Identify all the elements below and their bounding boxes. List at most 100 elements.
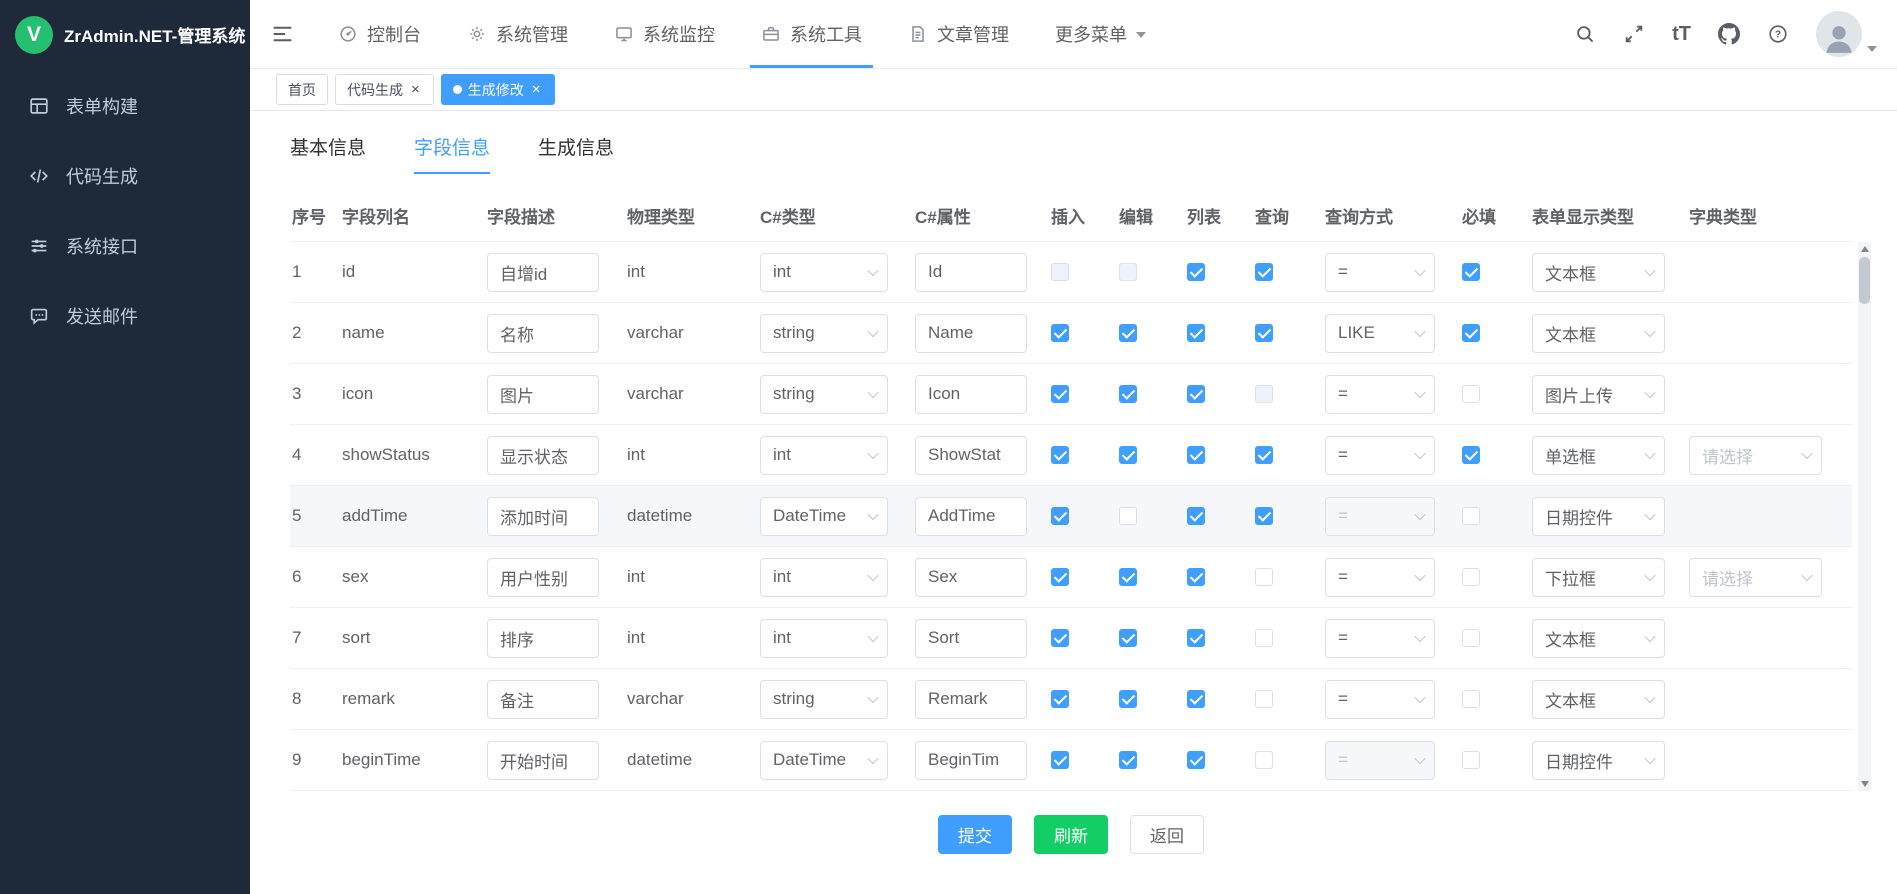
edit-checkbox[interactable]: [1119, 507, 1137, 525]
tab-1[interactable]: 字段信息: [414, 133, 490, 174]
list-checkbox[interactable]: [1187, 690, 1205, 708]
fullscreen-icon[interactable]: [1623, 23, 1645, 45]
edit-checkbox[interactable]: [1119, 568, 1137, 586]
query-checkbox[interactable]: [1255, 263, 1273, 281]
required-checkbox[interactable]: [1462, 690, 1480, 708]
font-size-icon[interactable]: tT: [1672, 24, 1691, 44]
back-button[interactable]: 返回: [1130, 815, 1204, 854]
required-checkbox[interactable]: [1462, 629, 1480, 647]
insert-checkbox[interactable]: [1051, 507, 1069, 525]
cs-property-input[interactable]: [915, 497, 1027, 536]
cs-property-input[interactable]: [915, 253, 1027, 292]
insert-checkbox[interactable]: [1051, 446, 1069, 464]
required-checkbox[interactable]: [1462, 751, 1480, 769]
list-checkbox[interactable]: [1187, 324, 1205, 342]
sidebar-item-send-mail[interactable]: 发送邮件: [0, 281, 250, 351]
top-menu-item-more-menu[interactable]: 更多菜单: [1032, 0, 1169, 68]
required-checkbox[interactable]: [1462, 263, 1480, 281]
query-mode-select[interactable]: =: [1325, 558, 1435, 597]
github-icon[interactable]: [1718, 23, 1740, 45]
cs-type-select[interactable]: string: [760, 314, 888, 353]
display-type-select[interactable]: 下拉框: [1532, 558, 1665, 597]
sidebar-item-system-api[interactable]: 系统接口: [0, 211, 250, 281]
vertical-scrollbar[interactable]: [1858, 242, 1871, 791]
edit-checkbox[interactable]: [1119, 690, 1137, 708]
edit-checkbox[interactable]: [1119, 629, 1137, 647]
cs-property-input[interactable]: [915, 741, 1027, 780]
field-description-input[interactable]: [487, 619, 599, 658]
tag-1[interactable]: 代码生成×: [335, 74, 434, 105]
required-checkbox[interactable]: [1462, 385, 1480, 403]
refresh-button[interactable]: 刷新: [1034, 815, 1108, 854]
query-mode-select[interactable]: =: [1325, 619, 1435, 658]
top-menu-item-system-manage[interactable]: 系统管理: [444, 0, 591, 68]
sidebar-item-code-gen[interactable]: 代码生成: [0, 141, 250, 211]
insert-checkbox[interactable]: [1051, 690, 1069, 708]
edit-checkbox[interactable]: [1119, 324, 1137, 342]
tab-0[interactable]: 基本信息: [290, 133, 366, 174]
help-icon[interactable]: ?: [1767, 23, 1789, 45]
top-menu-item-article-manage[interactable]: 文章管理: [885, 0, 1032, 68]
cs-type-select[interactable]: string: [760, 680, 888, 719]
tag-2[interactable]: 生成修改×: [441, 74, 555, 105]
query-checkbox[interactable]: [1255, 629, 1273, 647]
display-type-select[interactable]: 图片上传: [1532, 375, 1665, 414]
user-menu[interactable]: [1816, 11, 1877, 57]
query-checkbox[interactable]: [1255, 751, 1273, 769]
tag-0[interactable]: 首页: [276, 74, 328, 105]
avatar[interactable]: [1816, 11, 1862, 57]
close-icon[interactable]: ×: [530, 81, 543, 98]
query-mode-select[interactable]: =: [1325, 436, 1435, 475]
field-description-input[interactable]: [487, 436, 599, 475]
sidebar-item-form-build[interactable]: 表单构建: [0, 71, 250, 141]
cs-type-select[interactable]: int: [760, 253, 888, 292]
insert-checkbox[interactable]: [1051, 629, 1069, 647]
edit-checkbox[interactable]: [1119, 385, 1137, 403]
menu-fold-icon[interactable]: [250, 0, 315, 68]
query-mode-select[interactable]: LIKE: [1325, 314, 1435, 353]
insert-checkbox[interactable]: [1051, 324, 1069, 342]
display-type-select[interactable]: 文本框: [1532, 619, 1665, 658]
field-description-input[interactable]: [487, 741, 599, 780]
required-checkbox[interactable]: [1462, 324, 1480, 342]
close-icon[interactable]: ×: [409, 81, 422, 98]
insert-checkbox[interactable]: [1051, 568, 1069, 586]
cs-property-input[interactable]: [915, 680, 1027, 719]
display-type-select[interactable]: 文本框: [1532, 314, 1665, 353]
cs-type-select[interactable]: int: [760, 558, 888, 597]
edit-checkbox[interactable]: [1119, 751, 1137, 769]
cs-property-input[interactable]: [915, 375, 1027, 414]
query-mode-select[interactable]: =: [1325, 375, 1435, 414]
scroll-up-button[interactable]: [1858, 242, 1871, 256]
cs-type-select[interactable]: int: [760, 436, 888, 475]
insert-checkbox[interactable]: [1051, 751, 1069, 769]
dict-type-select[interactable]: 请选择: [1689, 436, 1822, 475]
search-icon[interactable]: [1574, 23, 1596, 45]
cs-type-select[interactable]: DateTime: [760, 741, 888, 780]
query-checkbox[interactable]: [1255, 568, 1273, 586]
cs-property-input[interactable]: [915, 558, 1027, 597]
list-checkbox[interactable]: [1187, 263, 1205, 281]
dict-type-select[interactable]: 请选择: [1689, 558, 1822, 597]
field-description-input[interactable]: [487, 558, 599, 597]
cs-property-input[interactable]: [915, 619, 1027, 658]
top-menu-item-system-tools[interactable]: 系统工具: [738, 0, 885, 68]
field-description-input[interactable]: [487, 253, 599, 292]
list-checkbox[interactable]: [1187, 568, 1205, 586]
field-description-input[interactable]: [487, 497, 599, 536]
edit-checkbox[interactable]: [1119, 446, 1137, 464]
cs-type-select[interactable]: int: [760, 619, 888, 658]
field-description-input[interactable]: [487, 680, 599, 719]
required-checkbox[interactable]: [1462, 507, 1480, 525]
list-checkbox[interactable]: [1187, 446, 1205, 464]
required-checkbox[interactable]: [1462, 446, 1480, 464]
list-checkbox[interactable]: [1187, 385, 1205, 403]
field-description-input[interactable]: [487, 375, 599, 414]
insert-checkbox[interactable]: [1051, 385, 1069, 403]
scrollbar-thumb[interactable]: [1859, 257, 1870, 304]
query-mode-select[interactable]: =: [1325, 253, 1435, 292]
display-type-select[interactable]: 日期控件: [1532, 497, 1665, 536]
submit-button[interactable]: 提交: [938, 815, 1012, 854]
list-checkbox[interactable]: [1187, 629, 1205, 647]
query-checkbox[interactable]: [1255, 324, 1273, 342]
